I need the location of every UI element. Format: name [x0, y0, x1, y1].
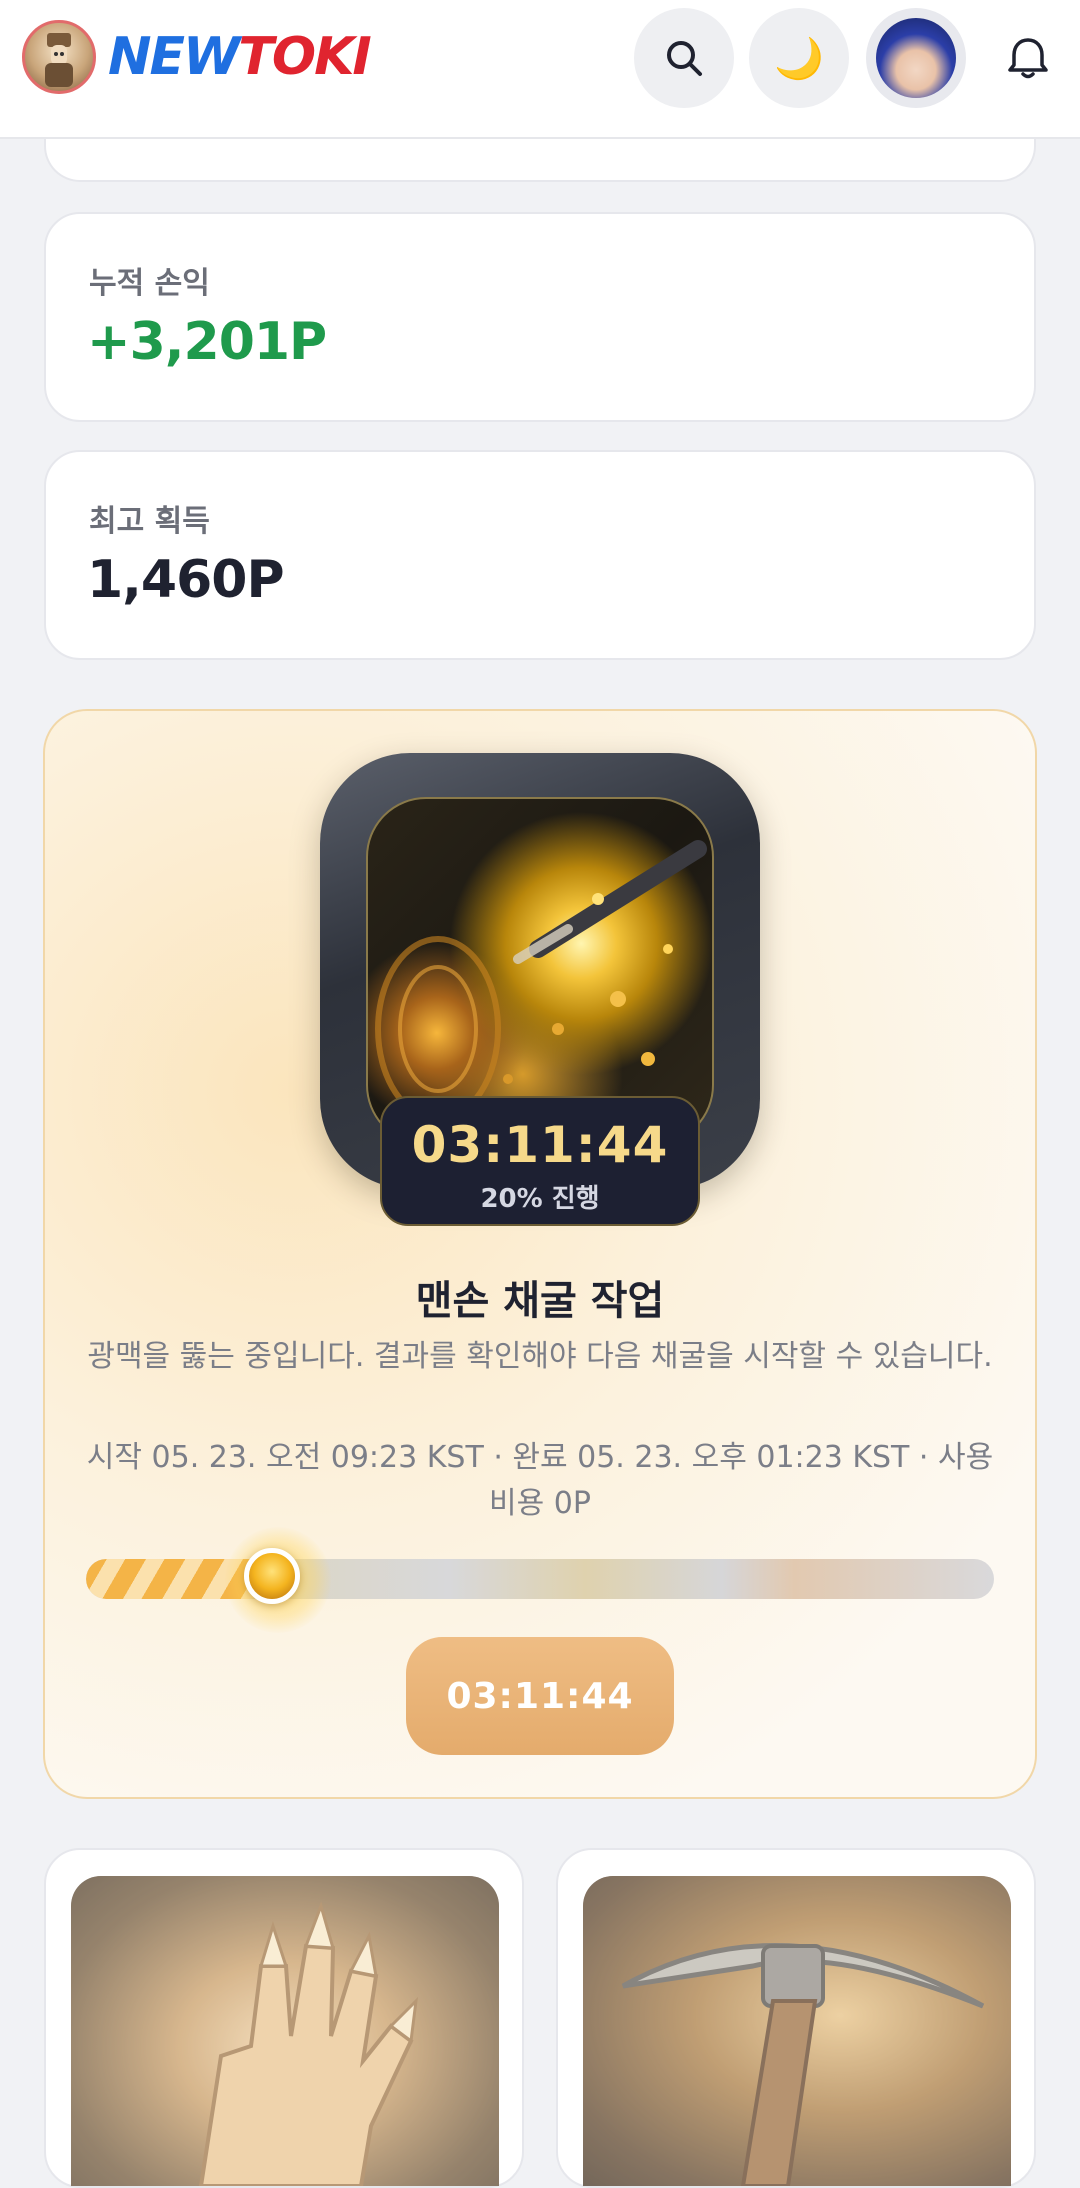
item-card-bare-hands[interactable] — [44, 1848, 524, 2188]
mining-scene-image — [366, 797, 714, 1145]
progress-marker — [244, 1548, 300, 1604]
search-button[interactable] — [634, 8, 734, 108]
mining-job-schedule: 시작 05. 23. 오전 09:23 KST · 완료 05. 23. 오후 … — [86, 1440, 994, 1521]
logo-text-new: NEW — [108, 27, 240, 87]
countdown-panel: 03:11:44 20% 진행 — [380, 1096, 700, 1226]
profile-avatar-button[interactable] — [866, 8, 966, 108]
cumulative-profit-card: 누적 손익 +3,201P — [44, 212, 1036, 422]
avatar — [876, 18, 956, 98]
cumulative-profit-value: +3,201P — [87, 312, 327, 372]
site-logo[interactable]: NEWTOKI — [108, 22, 372, 92]
best-reward-value: 1,460P — [87, 550, 285, 610]
mining-job-description: 광맥을 뚫는 중입니다. 결과를 확인해야 다음 채굴을 시작할 수 있습니다. — [87, 1339, 993, 1374]
moon-icon: 🌙 — [774, 35, 824, 82]
item-card-pickaxe[interactable] — [556, 1848, 1036, 2188]
best-reward-card: 최고 획득 1,460P — [44, 450, 1036, 660]
crystal-glove-image — [71, 1876, 499, 2186]
best-reward-label: 최고 획득 — [89, 504, 210, 539]
logo-text-toki: TOKI — [238, 27, 371, 87]
countdown-timer: 03:11:44 — [411, 1116, 669, 1174]
mining-progress-bar — [86, 1559, 994, 1599]
theme-toggle-button[interactable]: 🌙 — [749, 8, 849, 108]
pickaxe-image — [583, 1876, 1011, 2186]
top-bar: NEWTOKI 🌙 — [0, 0, 1080, 139]
mining-job-title: 맨손 채굴 작업 — [415, 1278, 665, 1324]
notification-bell-button[interactable] — [1002, 32, 1054, 84]
bell-icon — [1008, 38, 1048, 79]
mining-timer-button[interactable]: 03:11:44 — [406, 1637, 674, 1755]
logo-mascot-icon[interactable] — [22, 20, 96, 94]
cumulative-profit-label: 누적 손익 — [89, 266, 210, 301]
search-icon — [667, 41, 702, 76]
progress-percent-text: 20% 진행 — [480, 1184, 600, 1214]
